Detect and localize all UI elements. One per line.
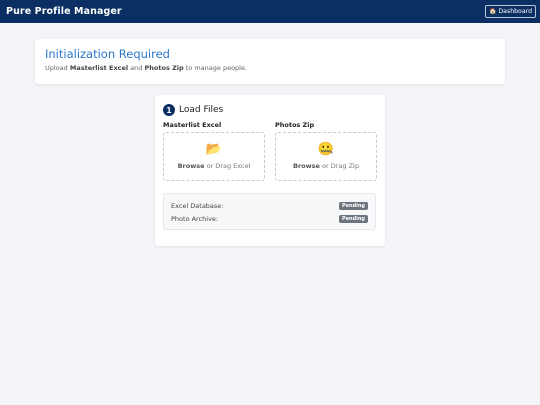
step-title: Load Files — [179, 105, 224, 115]
init-title: Initialization Required — [45, 47, 170, 61]
init-sub-prefix: Upload — [45, 64, 68, 72]
top-navbar: Pure Profile Manager 🏠 Dashboard — [0, 0, 540, 23]
status-badge: Pending — [338, 201, 368, 210]
app-title: Pure Profile Manager — [6, 6, 122, 17]
status-row-photos: Photo Archive: Pending — [171, 212, 368, 225]
zip-column: Photos Zip 🤐 Browse or Drag Zip — [275, 121, 377, 181]
init-sub-and: and — [130, 64, 143, 72]
init-sub-excel: Masterlist Excel — [69, 64, 129, 72]
excel-label: Masterlist Excel — [163, 121, 222, 129]
excel-column: Masterlist Excel 📂 Browse or Drag Excel — [163, 121, 265, 181]
status-label: Excel Database: — [171, 201, 224, 210]
step-number-badge: 1 — [163, 104, 175, 116]
init-sub-suffix: to manage people. — [185, 64, 248, 72]
excel-browse-link[interactable]: Browse — [178, 162, 205, 170]
status-badge: Pending — [338, 214, 368, 223]
load-files-card: 1 Load Files Masterlist Excel 📂 Browse o… — [155, 95, 385, 246]
zip-mouth-face-icon: 🤐 — [317, 142, 335, 157]
zip-drag-text: or Drag Zip — [322, 162, 359, 170]
status-label: Photo Archive: — [171, 214, 219, 223]
excel-drop-text: Browse or Drag Excel — [178, 162, 251, 170]
init-subtitle: Upload Masterlist Excel and Photos Zip t… — [45, 64, 495, 72]
folder-icon: 📂 — [205, 142, 223, 157]
dashboard-button[interactable]: 🏠 Dashboard — [484, 5, 536, 18]
excel-drag-text: or Drag Excel — [206, 162, 251, 170]
zip-dropzone[interactable]: 🤐 Browse or Drag Zip — [275, 132, 377, 181]
init-sub-zip: Photos Zip — [144, 64, 184, 72]
step-header: 1 Load Files — [163, 103, 377, 117]
status-box: Excel Database: Pending Photo Archive: P… — [163, 193, 376, 230]
dashboard-label: Dashboard — [498, 8, 532, 15]
excel-dropzone[interactable]: 📂 Browse or Drag Excel — [163, 132, 265, 181]
zip-drop-text: Browse or Drag Zip — [293, 162, 359, 170]
zip-label: Photos Zip — [275, 121, 315, 129]
zip-browse-link[interactable]: Browse — [293, 162, 320, 170]
initialization-card: Initialization Required Upload Masterlis… — [35, 39, 505, 84]
status-row-excel: Excel Database: Pending — [171, 199, 368, 212]
home-icon: 🏠 — [488, 7, 497, 15]
